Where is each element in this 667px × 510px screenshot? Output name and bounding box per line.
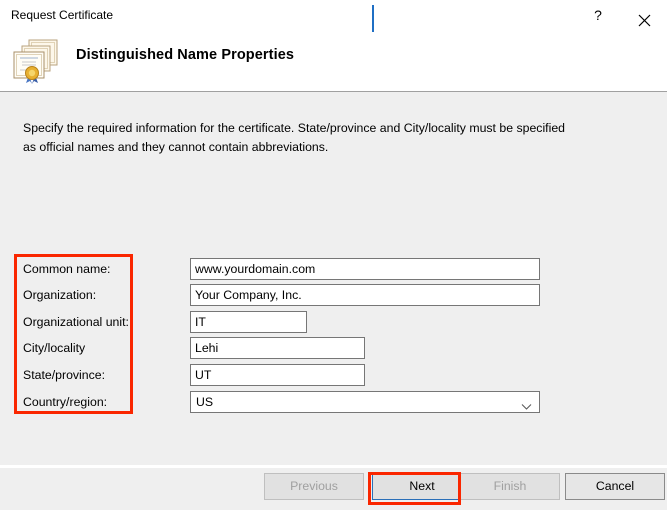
label-state-province: State/province:: [23, 367, 105, 383]
dialog-footer: Previous NextFinishCancel: [0, 468, 667, 510]
close-icon: [621, 14, 667, 27]
previous-button: Previous: [264, 473, 364, 500]
form-row-state-province: State/province:: [0, 364, 560, 394]
form-row-city-locality: City/locality: [0, 337, 560, 367]
input-organizational-unit[interactable]: [190, 311, 307, 333]
question-mark-icon: ?: [575, 0, 621, 31]
input-organization[interactable]: [190, 284, 540, 306]
label-country-region: Country/region:: [23, 394, 107, 410]
label-common-name: Common name:: [23, 261, 110, 277]
chevron-down-icon[interactable]: [521, 398, 532, 406]
help-button[interactable]: ?: [575, 0, 621, 31]
label-organization: Organization:: [23, 287, 96, 303]
next-button[interactable]: Next: [372, 473, 472, 500]
certificate-stack-icon: [9, 37, 61, 85]
dialog-body: Specify the required information for the…: [0, 92, 667, 465]
label-city-locality: City/locality: [23, 340, 85, 356]
form-row-country-region: Country/region: US: [0, 391, 560, 421]
close-button[interactable]: [621, 0, 667, 31]
select-country-region[interactable]: US: [190, 391, 540, 413]
input-city-locality[interactable]: [190, 337, 365, 359]
request-certificate-dialog: Request Certificate ?: [0, 0, 667, 510]
finish-button: Finish: [460, 473, 560, 500]
form-row-organization: Organization:: [0, 284, 560, 314]
page-title: Distinguished Name Properties: [76, 47, 294, 63]
label-organizational-unit: Organizational unit:: [23, 314, 129, 330]
window-title: Request Certificate: [11, 7, 113, 23]
titlebar: Request Certificate ?: [0, 0, 667, 31]
next-button-focus-indicator: [372, 5, 374, 32]
input-state-province[interactable]: [190, 364, 365, 386]
dialog-header: Distinguished Name Properties: [0, 31, 667, 91]
cancel-button[interactable]: Cancel: [565, 473, 665, 500]
instructions-text: Specify the required information for the…: [23, 119, 571, 157]
input-common-name[interactable]: [190, 258, 540, 280]
select-value-country-region: US: [196, 394, 213, 410]
